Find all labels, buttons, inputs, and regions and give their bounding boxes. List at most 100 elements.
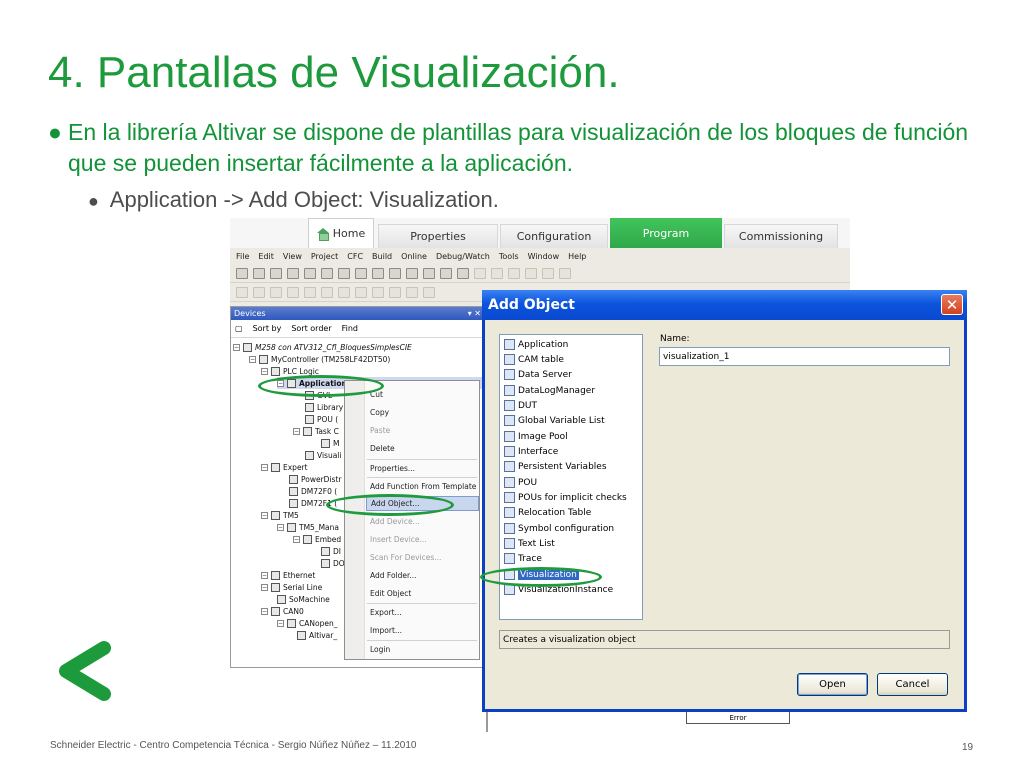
collapse-icon[interactable]: − — [261, 607, 268, 615]
collapse-icon[interactable]: − — [261, 583, 268, 591]
cfc-tool-icon[interactable] — [236, 286, 248, 298]
collapse-icon[interactable]: − — [261, 367, 268, 375]
tree-node-ethernet[interactable]: − Ethernet — [261, 569, 315, 581]
object-item-dut[interactable]: DUT — [504, 398, 537, 413]
tree-node-altivar[interactable]: Altivar_ — [297, 629, 337, 641]
collapse-icon[interactable]: − — [233, 343, 240, 351]
panel-pin-icon[interactable]: ▾ ✕ — [468, 309, 481, 318]
cfc-tool-icon[interactable] — [270, 286, 282, 298]
object-item-symbol-configuration[interactable]: Symbol configuration — [504, 521, 614, 536]
step-out-icon[interactable] — [542, 267, 554, 279]
menu-debug-watch[interactable]: Debug/Watch — [436, 252, 490, 261]
object-item-cam-table[interactable]: CAM table — [504, 352, 564, 367]
sort-by-button[interactable]: Sort by — [253, 324, 282, 333]
object-item-application[interactable]: Application — [504, 337, 568, 352]
collapse-icon[interactable]: − — [261, 571, 268, 579]
undo-icon[interactable] — [270, 267, 282, 279]
object-item-relocation-table[interactable]: Relocation Table — [504, 505, 591, 520]
menu-item-login[interactable]: Login — [370, 642, 390, 657]
menu-item-export[interactable]: Export... — [370, 605, 402, 620]
tree-node-canopen[interactable]: − CANopen_ — [277, 617, 337, 629]
menu-item-paste[interactable]: Paste — [370, 423, 390, 438]
tab-home[interactable]: Home — [308, 218, 374, 248]
find-icon[interactable] — [372, 267, 384, 279]
tree-node-tm5-manager[interactable]: − TM5_Mana — [277, 521, 339, 533]
tab-commissioning[interactable]: Commissioning — [724, 224, 838, 248]
login-icon[interactable] — [440, 267, 452, 279]
menu-item-properties[interactable]: Properties... — [370, 461, 415, 476]
cancel-button[interactable]: Cancel — [877, 673, 948, 696]
menu-item-import[interactable]: Import... — [370, 623, 402, 638]
menu-build[interactable]: Build — [372, 252, 392, 261]
menu-tools[interactable]: Tools — [499, 252, 519, 261]
object-item-image-pool[interactable]: Image Pool — [504, 429, 568, 444]
cfc-tool-icon[interactable] — [355, 286, 367, 298]
tree-node-library[interactable]: Library — [305, 401, 343, 413]
cfc-tool-icon[interactable] — [321, 286, 333, 298]
tab-configuration[interactable]: Configuration — [500, 224, 608, 248]
sort-order-button[interactable]: Sort order — [291, 324, 331, 333]
object-item-trace[interactable]: Trace — [504, 551, 542, 566]
tree-node-tm5[interactable]: − TM5 — [261, 509, 299, 521]
object-item-persistent-variables[interactable]: Persistent Variables — [504, 459, 607, 474]
name-input[interactable]: visualization_1 — [659, 347, 950, 366]
cfc-tool-icon[interactable] — [253, 286, 265, 298]
tab-properties[interactable]: Properties — [378, 224, 498, 248]
collapse-icon[interactable]: − — [277, 523, 284, 531]
menu-item-add-device[interactable]: Add Device... — [370, 514, 420, 529]
collapse-icon[interactable]: − — [293, 427, 300, 435]
object-item-global-variable-list[interactable]: Global Variable List — [504, 413, 605, 428]
delete-icon[interactable] — [355, 267, 367, 279]
close-button[interactable]: ✕ — [941, 294, 963, 315]
tree-node-serial-line[interactable]: − Serial Line — [261, 581, 322, 593]
menu-cfc[interactable]: CFC — [347, 252, 363, 261]
menu-item-add-folder[interactable]: Add Folder... — [370, 568, 417, 583]
tree-node-visualization[interactable]: Visuali — [305, 449, 341, 461]
menu-item-insert-device[interactable]: Insert Device... — [370, 532, 427, 547]
rebuild-icon[interactable] — [423, 267, 435, 279]
menu-item-edit-object[interactable]: Edit Object — [370, 586, 411, 601]
step-into-icon[interactable] — [525, 267, 537, 279]
tree-node-do[interactable]: DO — [321, 557, 345, 569]
find-button[interactable]: Find — [342, 324, 358, 333]
run-icon[interactable] — [474, 267, 486, 279]
cfc-tool-icon[interactable] — [389, 286, 401, 298]
menu-item-scan-for-devices[interactable]: Scan For Devices... — [370, 550, 441, 565]
redo-icon[interactable] — [287, 267, 299, 279]
tree-node-can0[interactable]: − CAN0 — [261, 605, 304, 617]
dialog-title-bar[interactable]: Add Object ✕ — [482, 290, 967, 320]
collapse-icon[interactable]: − — [261, 511, 268, 519]
print-icon[interactable] — [253, 267, 265, 279]
menu-item-copy[interactable]: Copy — [370, 405, 389, 420]
object-item-pou[interactable]: POU — [504, 475, 537, 490]
collapse-icon[interactable]: − — [293, 535, 300, 543]
object-item-pous-implicit-checks[interactable]: POUs for implicit checks — [504, 490, 627, 505]
cfc-tool-icon[interactable] — [287, 286, 299, 298]
back-arrow-icon[interactable] — [52, 638, 116, 709]
new-item-icon[interactable]: ▢ — [235, 324, 243, 333]
tree-node-project[interactable]: − M258 con ATV312_Cfl_BloquesSimplesCIE — [233, 341, 412, 353]
object-item-interface[interactable]: Interface — [504, 444, 558, 459]
replace-icon[interactable] — [389, 267, 401, 279]
step-over-icon[interactable] — [508, 267, 520, 279]
paste-icon[interactable] — [338, 267, 350, 279]
save-icon[interactable] — [236, 267, 248, 279]
cut-icon[interactable] — [304, 267, 316, 279]
tree-node-pou[interactable]: POU ( — [305, 413, 338, 425]
breakpoint-icon[interactable] — [559, 267, 571, 279]
tree-node-somachine[interactable]: SoMachine — [277, 593, 330, 605]
tree-node-task-config[interactable]: − Task C — [293, 425, 339, 437]
collapse-icon[interactable]: − — [261, 463, 268, 471]
menu-view[interactable]: View — [283, 252, 302, 261]
menu-project[interactable]: Project — [311, 252, 338, 261]
stop-icon[interactable] — [491, 267, 503, 279]
tree-node-task-main[interactable]: M — [321, 437, 339, 449]
build-icon[interactable] — [406, 267, 418, 279]
object-item-datalogmanager[interactable]: DataLogManager — [504, 383, 595, 398]
cfc-tool-icon[interactable] — [338, 286, 350, 298]
menu-item-delete[interactable]: Delete — [370, 441, 395, 456]
menu-online[interactable]: Online — [401, 252, 427, 261]
tree-node-controller[interactable]: − MyController (TM258LF42DT50) — [249, 353, 390, 365]
cfc-tool-icon[interactable] — [372, 286, 384, 298]
cfc-tool-icon[interactable] — [406, 286, 418, 298]
